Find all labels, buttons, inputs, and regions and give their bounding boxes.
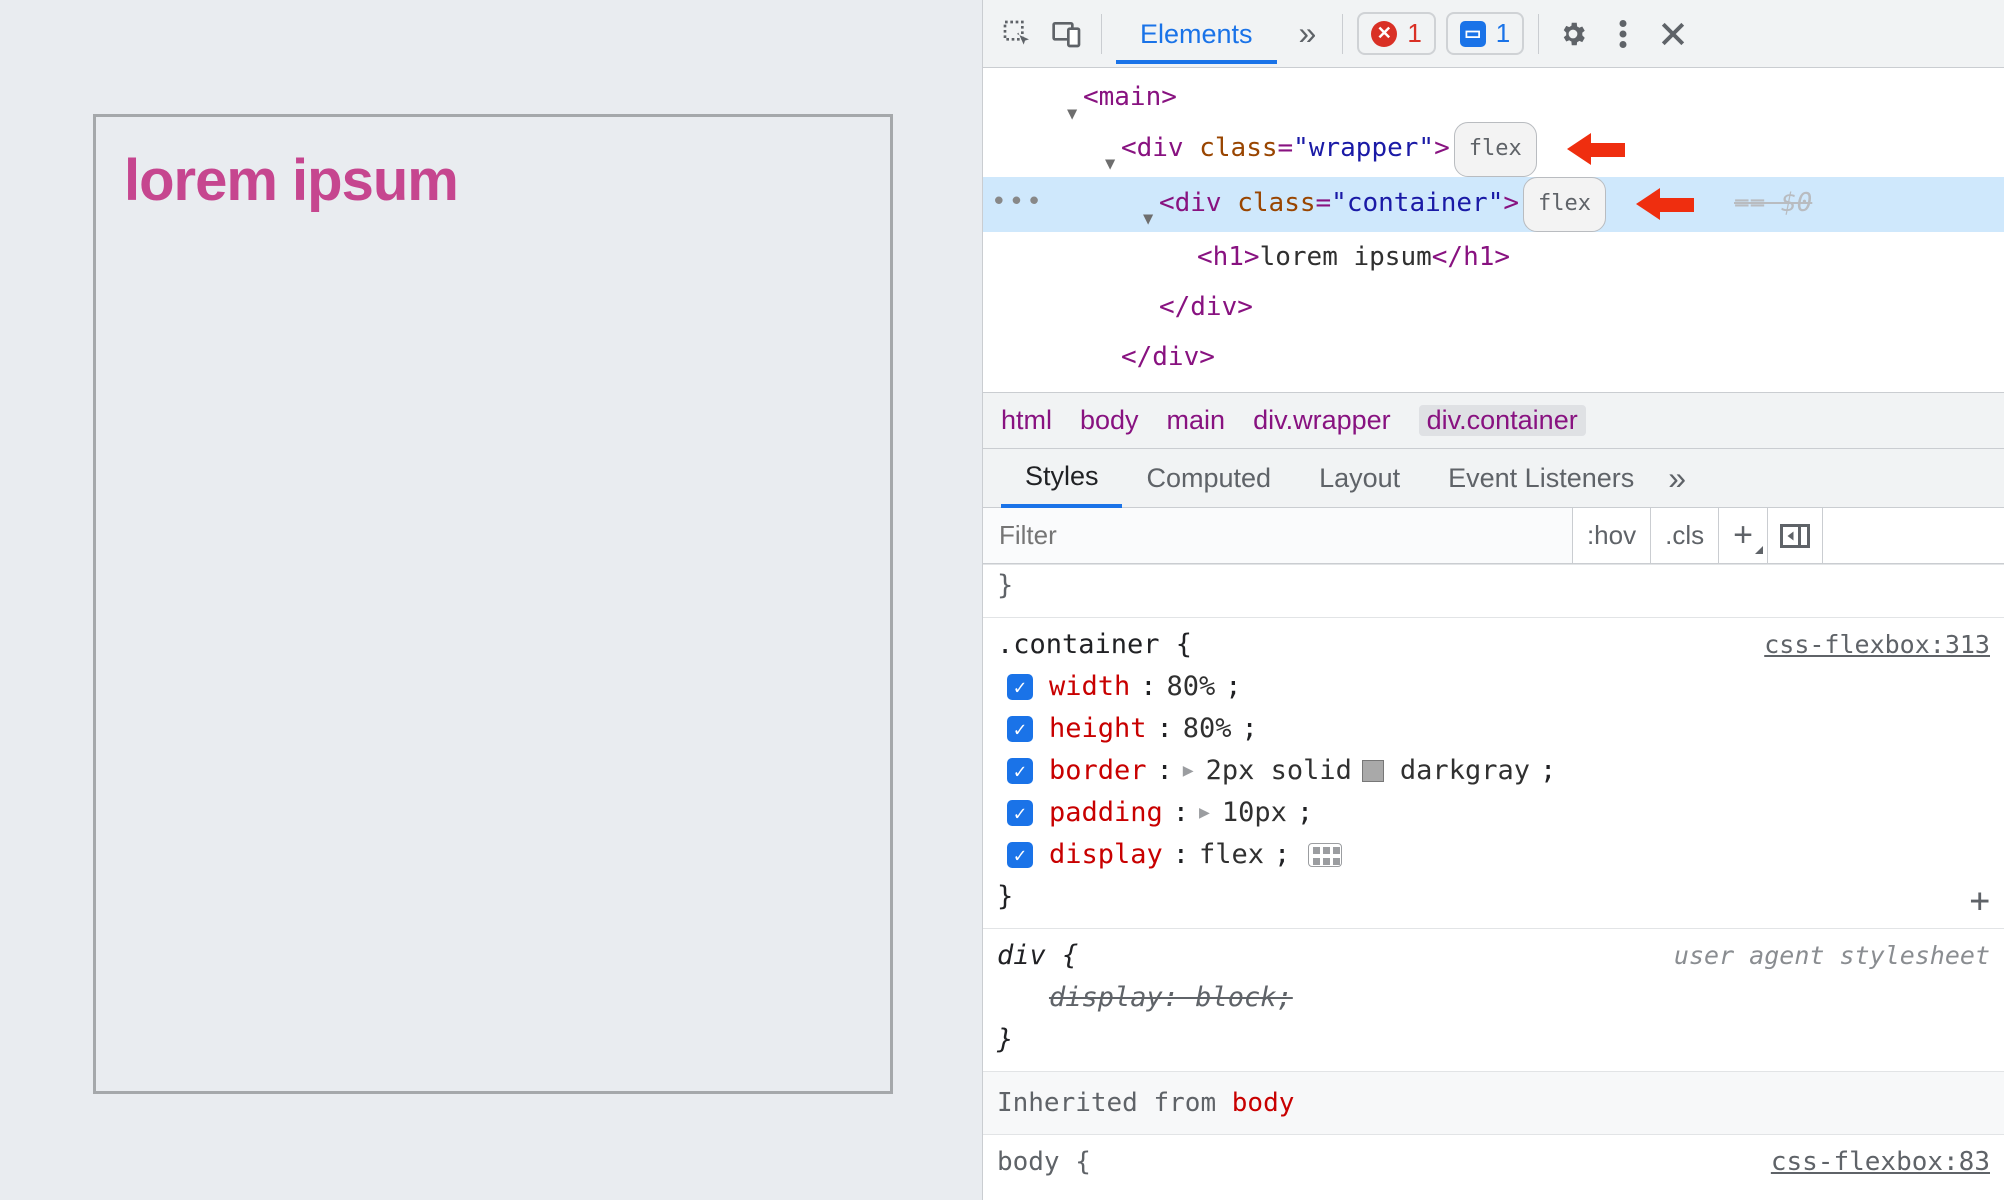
selected-node-marker: == $0 — [1734, 188, 1812, 218]
flex-badge[interactable]: flex — [1454, 122, 1537, 177]
devtools-panel: Elements » ✕ 1 ▭ 1 ▼<main> ▼<div class="… — [982, 0, 2004, 1200]
dom-node-wrapper[interactable]: ▼<div class="wrapper">flex — [983, 122, 2004, 177]
annotation-arrow-icon — [1636, 190, 1694, 218]
styles-tabs-overflow-icon[interactable]: » — [1668, 460, 1686, 497]
rule-div-ua[interactable]: div { user agent stylesheet display: blo… — [983, 929, 2004, 1072]
toolbar-separator — [1101, 14, 1102, 54]
dom-breadcrumb: html body main div.wrapper div.container — [983, 392, 2004, 448]
decl-toggle-checkbox[interactable]: ✓ — [1007, 674, 1033, 700]
css-declaration[interactable]: ✓border: ▶2px solid darkgray; — [1049, 750, 1990, 792]
tabs-overflow-icon[interactable]: » — [1287, 15, 1329, 52]
inspect-icon[interactable] — [997, 14, 1037, 54]
errors-badge[interactable]: ✕ 1 — [1357, 12, 1435, 55]
rule-container[interactable]: .container { css-flexbox:313 ✓width: 80%… — [983, 618, 2004, 929]
decl-toggle-checkbox[interactable]: ✓ — [1007, 758, 1033, 784]
styles-toolbar: :hov .cls + — [983, 508, 2004, 564]
css-declaration[interactable]: ✓height: 80%; — [1049, 708, 1990, 750]
toolbar-separator — [1538, 14, 1539, 54]
annotation-arrow-icon — [1567, 135, 1625, 163]
style-rules: } .container { css-flexbox:313 ✓width: 8… — [983, 564, 2004, 1200]
kebab-menu-icon[interactable] — [1603, 14, 1643, 54]
toggle-hov[interactable]: :hov — [1573, 508, 1651, 563]
tab-elements[interactable]: Elements — [1116, 5, 1277, 62]
rule-source-link[interactable]: css-flexbox:313 — [1764, 624, 1990, 666]
breadcrumb-item[interactable]: html — [1001, 405, 1052, 436]
error-icon: ✕ — [1371, 21, 1397, 47]
errors-count: 1 — [1407, 18, 1421, 49]
css-declaration[interactable]: ✓display: flex; — [1049, 834, 1990, 876]
ellipsis-icon[interactable]: ••• — [991, 177, 1044, 227]
tab-styles[interactable]: Styles — [1001, 449, 1123, 508]
rule-source-label: user agent stylesheet — [1674, 935, 1990, 977]
settings-icon[interactable] — [1553, 14, 1593, 54]
decl-toggle-checkbox[interactable]: ✓ — [1007, 842, 1033, 868]
rendered-heading: lorem ipsum — [124, 147, 862, 214]
css-declaration-overridden[interactable]: display: block; — [1049, 977, 1990, 1019]
dom-tree[interactable]: ▼<main> ▼<div class="wrapper">flex •••▼<… — [983, 68, 2004, 392]
tab-layout[interactable]: Layout — [1295, 451, 1424, 506]
color-swatch-icon[interactable] — [1362, 760, 1384, 782]
tab-computed[interactable]: Computed — [1122, 451, 1295, 506]
devtools-toolbar: Elements » ✕ 1 ▭ 1 — [983, 0, 2004, 68]
breadcrumb-item[interactable]: div.wrapper — [1253, 405, 1391, 436]
inherited-from-bar: Inherited from body — [983, 1072, 2004, 1135]
inherited-from-selector[interactable]: body — [1232, 1088, 1295, 1118]
rule-selector[interactable]: .container { — [997, 624, 1192, 666]
messages-count: 1 — [1496, 18, 1510, 49]
new-style-rule-button[interactable]: + — [1719, 508, 1768, 563]
tab-event-listeners[interactable]: Event Listeners — [1424, 451, 1658, 506]
messages-badge[interactable]: ▭ 1 — [1446, 12, 1524, 55]
add-declaration-button[interactable]: + — [1970, 880, 1990, 922]
styles-filter-input[interactable] — [983, 508, 1573, 563]
dom-node-close[interactable]: </div> — [983, 332, 2004, 382]
dom-node-container[interactable]: •••▼<div class="container">flex== $0 — [983, 177, 2004, 232]
close-devtools-icon[interactable] — [1653, 14, 1693, 54]
expand-icon[interactable]: ▶ — [1199, 792, 1210, 834]
device-toggle-icon[interactable] — [1047, 14, 1087, 54]
toolbar-separator — [1342, 14, 1343, 54]
css-declaration[interactable]: ✓padding: ▶10px; — [1049, 792, 1990, 834]
expand-icon[interactable]: ▶ — [1183, 750, 1194, 792]
toggle-cls[interactable]: .cls — [1651, 508, 1719, 563]
rule-truncated: } — [983, 564, 2004, 618]
breadcrumb-item[interactable]: main — [1167, 405, 1226, 436]
flex-badge[interactable]: flex — [1523, 177, 1606, 232]
decl-toggle-checkbox[interactable]: ✓ — [1007, 800, 1033, 826]
decl-toggle-checkbox[interactable]: ✓ — [1007, 716, 1033, 742]
rendered-container: lorem ipsum — [93, 114, 893, 1094]
breadcrumb-item-current[interactable]: div.container — [1419, 405, 1586, 436]
toggle-sidebar-icon[interactable] — [1768, 508, 1823, 563]
flex-editor-icon[interactable] — [1308, 843, 1342, 867]
dom-node-close[interactable]: </div> — [983, 282, 2004, 332]
rule-source-link[interactable]: css-flexbox:83 — [1771, 1141, 1990, 1183]
breadcrumb-item[interactable]: body — [1080, 405, 1139, 436]
rule-selector[interactable]: div { — [997, 935, 1078, 977]
dom-node-main[interactable]: ▼<main> — [983, 72, 2004, 122]
message-icon: ▭ — [1460, 21, 1486, 47]
styles-tabs: Styles Computed Layout Event Listeners » — [983, 448, 2004, 508]
page-preview: lorem ipsum — [0, 0, 982, 1200]
dom-node-h1[interactable]: <h1>lorem ipsum</h1> — [983, 232, 2004, 282]
rule-body-peek[interactable]: body { css-flexbox:83 — [983, 1135, 2004, 1183]
css-declaration[interactable]: ✓width: 80%; — [1049, 666, 1990, 708]
